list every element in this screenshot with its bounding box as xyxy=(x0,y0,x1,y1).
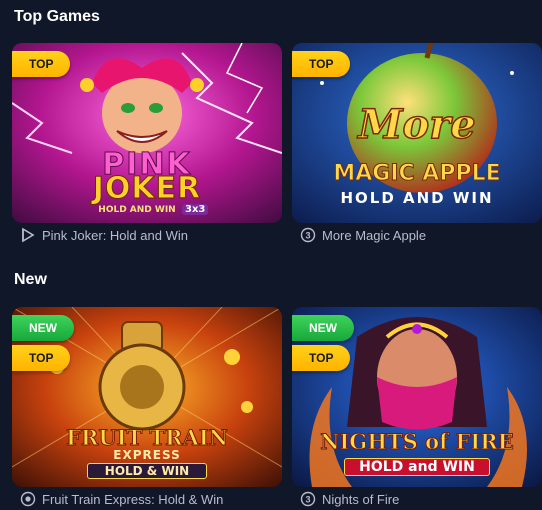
three-d-circle-icon: 3 xyxy=(300,227,316,243)
game-card-nights-of-fire[interactable]: NIGHTS of FIRE HOLD and WIN NEW TOP xyxy=(292,307,542,487)
art-title-line1: FRUIT TRAIN xyxy=(66,425,229,451)
art-title-line1: NIGHTS of FIRE xyxy=(320,429,514,455)
art-title-line4: 3x3 xyxy=(182,204,209,215)
game-card-fruit-train-express[interactable]: FRUIT TRAIN EXPRESS HOLD & WIN NEW TOP xyxy=(12,307,282,487)
art-title-line3: HOLD AND WIN xyxy=(340,189,494,207)
svg-text:3: 3 xyxy=(305,495,310,505)
game-name: More Magic Apple xyxy=(322,227,427,243)
svg-text:3: 3 xyxy=(305,231,310,241)
badge-new: NEW xyxy=(12,315,74,341)
game-caption[interactable]: Fruit Train Express: Hold & Win xyxy=(20,491,223,507)
section-title-top-games: Top Games xyxy=(14,8,100,25)
ring-dot-icon xyxy=(20,491,36,507)
art-title-line2: EXPRESS xyxy=(113,448,181,462)
game-name: Fruit Train Express: Hold & Win xyxy=(42,491,224,507)
game-card-pink-joker[interactable]: PINK JOKER HOLD AND WIN 3x3 TOP xyxy=(12,43,282,223)
badge-top: TOP xyxy=(12,345,71,371)
badge-top: TOP xyxy=(292,345,351,371)
art-title-line2: MAGIC APPLE xyxy=(333,161,501,187)
game-caption[interactable]: Pink Joker: Hold and Win xyxy=(20,227,188,243)
badge-new: NEW xyxy=(292,315,354,341)
art-title-line2: HOLD and WIN xyxy=(344,458,490,476)
badge-top: TOP xyxy=(12,51,71,77)
section-title-new: New xyxy=(14,271,47,288)
three-d-circle-icon: 3 xyxy=(300,491,316,507)
art-title-line1: More xyxy=(358,100,477,149)
game-name: Nights of Fire xyxy=(322,491,400,507)
play-triangle-icon xyxy=(20,227,36,243)
game-card-more-magic-apple[interactable]: More MAGIC APPLE HOLD AND WIN TOP xyxy=(292,43,542,223)
badge-top: TOP xyxy=(292,51,351,77)
game-name: Pink Joker: Hold and Win xyxy=(42,227,188,243)
game-caption[interactable]: 3 Nights of Fire xyxy=(300,491,399,507)
art-title-line2: JOKER xyxy=(92,171,202,207)
art-title-line3: HOLD AND WIN xyxy=(98,205,176,215)
game-caption[interactable]: 3 More Magic Apple xyxy=(300,227,426,243)
art-title-line3: HOLD & WIN xyxy=(87,463,207,479)
